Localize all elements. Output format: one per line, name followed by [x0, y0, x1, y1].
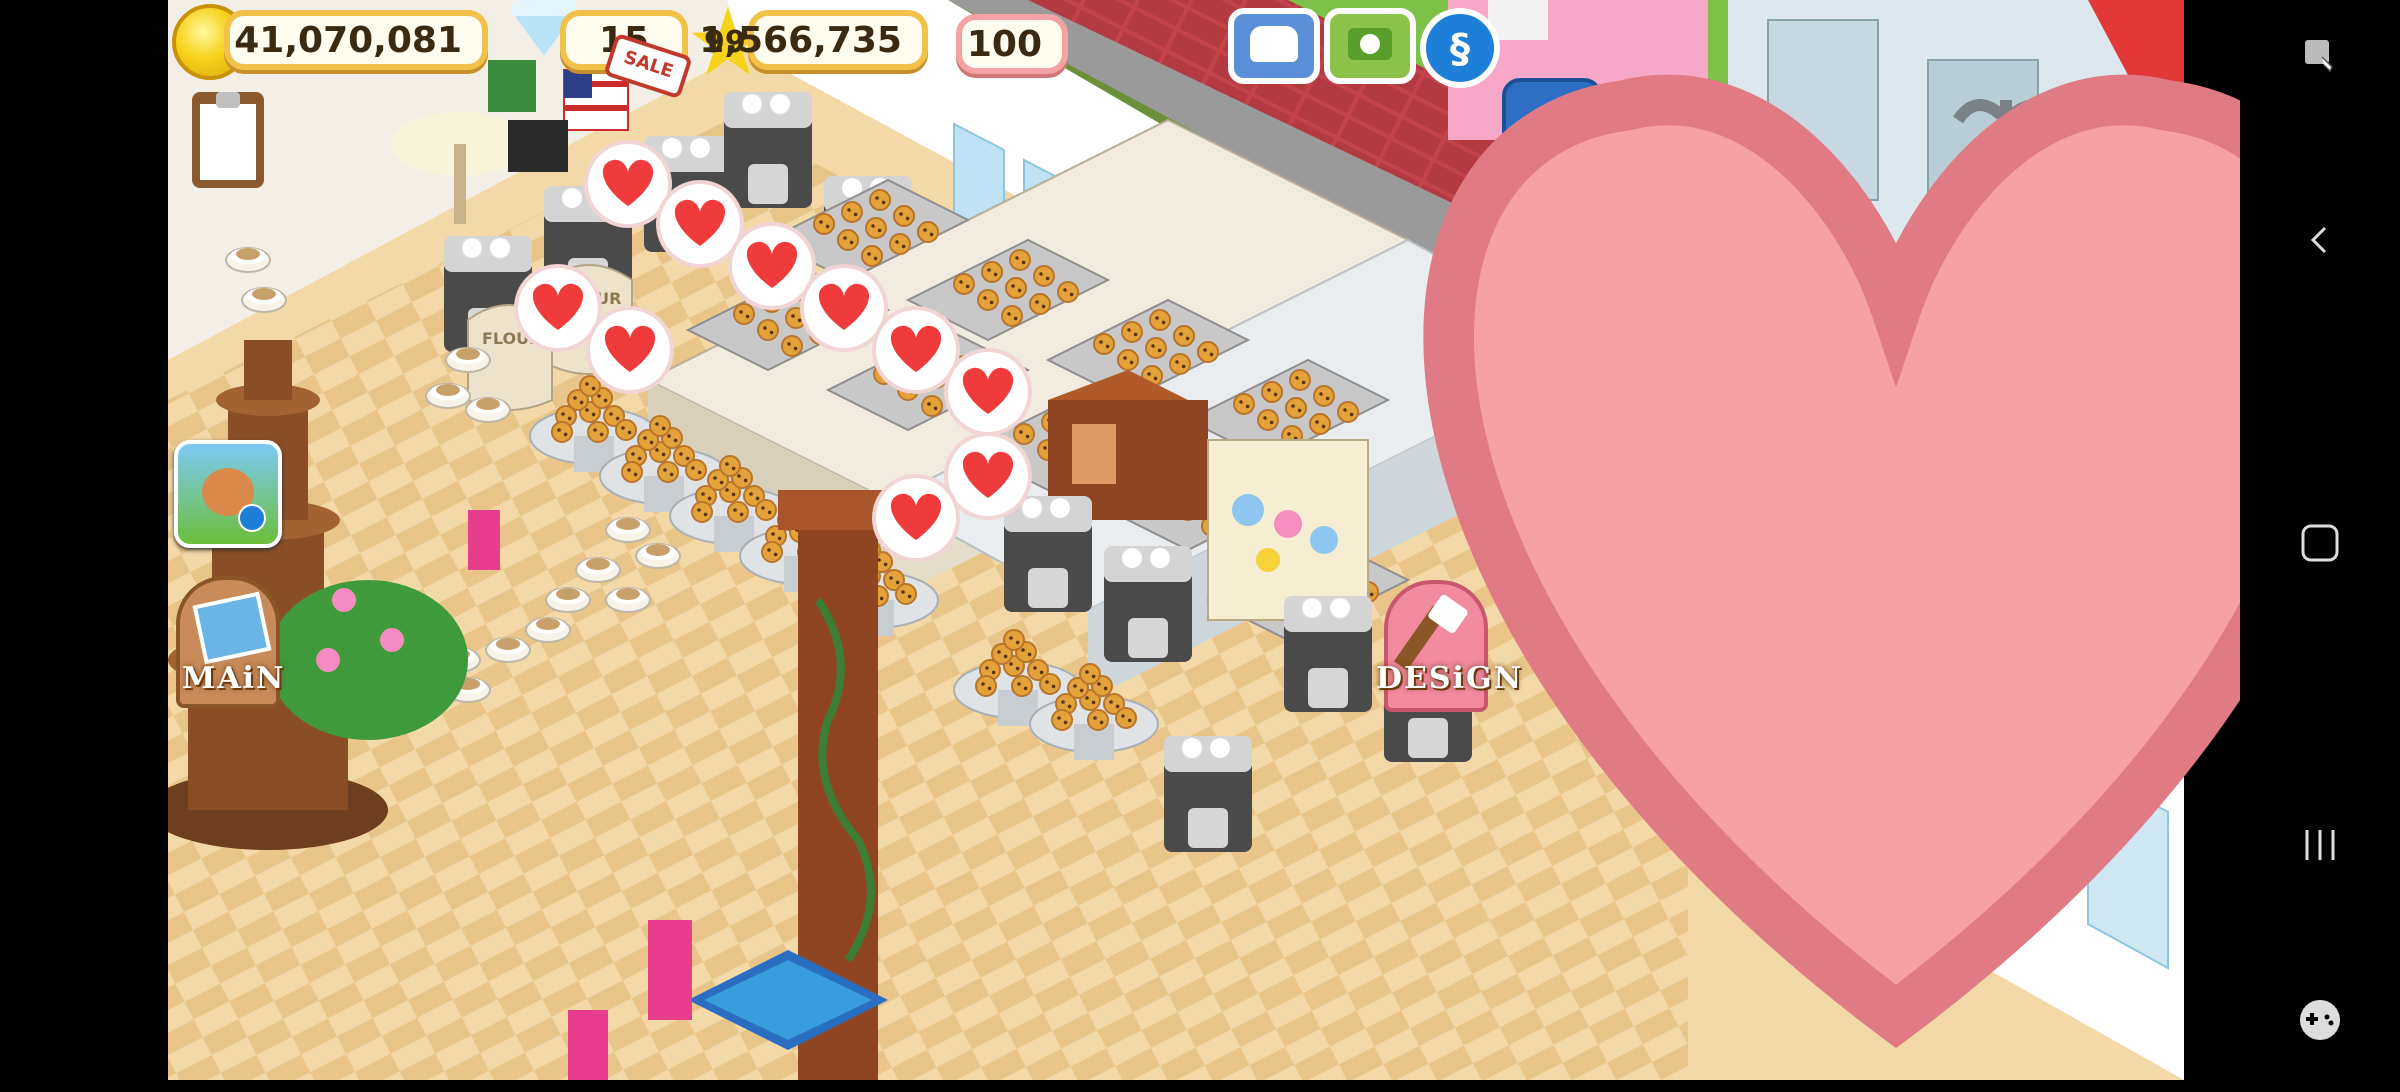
- phone-icon: [1250, 26, 1298, 62]
- main-label: MAiN: [182, 660, 286, 696]
- home-icon: [2301, 524, 2339, 562]
- flower-bed: [268, 580, 468, 740]
- screen: FLOUR FLOUR: [0, 0, 2400, 1080]
- back-icon: [2310, 226, 2327, 254]
- heart-icon: [888, 4, 2369, 1049]
- phone-button[interactable]: [1228, 8, 1320, 84]
- heart-bubble: [728, 222, 816, 310]
- heart-bubble: [656, 180, 744, 268]
- recents-icon: [2305, 830, 2335, 860]
- coins-value: 41,070,081: [234, 19, 462, 61]
- heart-bubble: [514, 264, 602, 352]
- heart-bubble: [586, 306, 674, 394]
- system-nav-bar: [2240, 0, 2400, 1080]
- social-icon[interactable]: §: [1420, 8, 1500, 88]
- game-tools-button[interactable]: [2280, 980, 2360, 1060]
- game-viewport[interactable]: FLOUR FLOUR: [168, 0, 2369, 1080]
- xp-value: 1,566,735: [699, 19, 902, 61]
- sale-label: SALE: [620, 48, 676, 84]
- design-label: DESiGN: [1376, 660, 1523, 696]
- chalk-sign: [508, 120, 568, 172]
- game-tools-icon: [2300, 1000, 2340, 1040]
- accessibility-icon: [2305, 40, 2333, 73]
- camera-button[interactable]: [1324, 8, 1416, 84]
- coins-counter[interactable]: 41,070,081: [224, 10, 488, 70]
- home-button[interactable]: [2280, 503, 2360, 583]
- accessibility-button[interactable]: [2280, 15, 2360, 95]
- recents-button[interactable]: [2280, 805, 2360, 885]
- green-sign: [488, 60, 536, 112]
- book-icon: [192, 591, 272, 665]
- heart-bubble: [800, 264, 888, 352]
- back-button[interactable]: [2280, 200, 2360, 280]
- clipboard-icon[interactable]: [192, 92, 264, 188]
- farm-app-icon[interactable]: [174, 440, 282, 548]
